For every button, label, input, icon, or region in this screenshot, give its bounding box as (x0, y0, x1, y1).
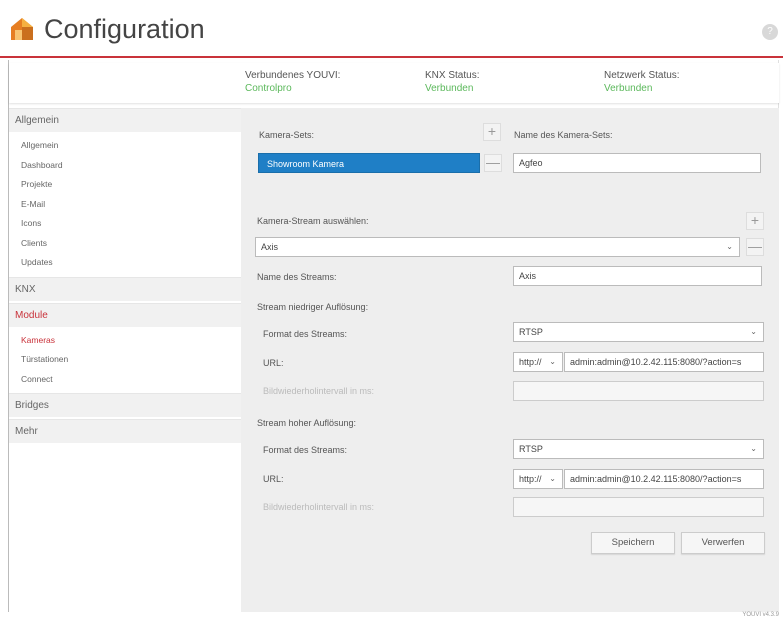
low-format-label: Format des Streams: (263, 329, 348, 339)
sidebar-section-mehr[interactable]: Mehr (9, 419, 241, 443)
camera-sets-label: Kamera-Sets: (259, 130, 315, 140)
app-title: Configuration (44, 14, 205, 44)
app-header: Configuration ? (0, 0, 783, 58)
status-youvi-value: Controlpro (245, 83, 292, 94)
high-format-select[interactable]: RTSP ⌄ (513, 439, 764, 459)
low-url-label: URL: (263, 358, 284, 368)
high-format-value: RTSP (519, 444, 543, 454)
status-bar: Verbundenes YOUVI: Controlpro KNX Status… (9, 63, 779, 103)
low-format-value: RTSP (519, 327, 543, 337)
help-icon[interactable]: ? (762, 24, 778, 40)
set-name-label: Name des Kamera-Sets: (514, 130, 613, 140)
status-knx-label: KNX Status: (425, 70, 480, 81)
sidebar-item-updates[interactable]: Updates (9, 253, 241, 273)
status-knx-value: Verbunden (425, 83, 474, 94)
sidebar-item-email[interactable]: E-Mail (9, 195, 241, 215)
sidebar-item-kameras[interactable]: Kameras (9, 331, 241, 351)
sidebar-section-allgemein[interactable]: Allgemein (9, 108, 241, 132)
sidebar-item-clients[interactable]: Clients (9, 234, 241, 254)
sidebar: Allgemein Allgemein Dashboard Projekte E… (9, 108, 241, 612)
low-interval-label: Bildwiederholintervall in ms: (263, 386, 375, 396)
chevron-down-icon: ⌄ (750, 444, 757, 453)
status-network-label: Netzwerk Status: (604, 70, 680, 81)
stream-name-input[interactable]: Axis (513, 266, 762, 286)
high-url-label: URL: (263, 474, 284, 484)
camera-config-panel: Kamera-Sets: + Name des Kamera-Sets: Sho… (241, 108, 779, 612)
add-stream-button[interactable]: + (746, 212, 764, 230)
sidebar-item-connect[interactable]: Connect (9, 370, 241, 390)
stream-name-label: Name des Streams: (257, 272, 337, 282)
chevron-down-icon: ⌄ (549, 474, 556, 483)
low-protocol-select[interactable]: http:// ⌄ (513, 352, 563, 372)
low-interval-input (513, 381, 764, 401)
add-set-button[interactable]: + (483, 123, 501, 141)
sidebar-item-dashboard[interactable]: Dashboard (9, 156, 241, 176)
chevron-down-icon: ⌄ (549, 357, 556, 366)
high-interval-label: Bildwiederholintervall in ms: (263, 502, 375, 512)
high-res-heading: Stream hoher Auflösung: (257, 418, 357, 428)
sidebar-item-icons[interactable]: Icons (9, 214, 241, 234)
high-interval-input (513, 497, 764, 517)
high-format-label: Format des Streams: (263, 445, 348, 455)
version-label: YOUVI v4.3.9 (742, 612, 779, 618)
remove-stream-button[interactable]: — (746, 238, 764, 256)
chevron-down-icon: ⌄ (750, 327, 757, 336)
status-network: Netzwerk Status: Verbunden (604, 70, 680, 94)
low-res-heading: Stream niedriger Auflösung: (257, 302, 369, 312)
set-name-input[interactable]: Agfeo (513, 153, 761, 173)
sidebar-section-bridges[interactable]: Bridges (9, 393, 241, 417)
youvi-logo-icon (11, 18, 33, 40)
remove-set-button[interactable]: — (484, 154, 502, 172)
save-button[interactable]: Speichern (591, 532, 675, 554)
stream-select-value: Axis (261, 242, 279, 252)
low-format-select[interactable]: RTSP ⌄ (513, 322, 764, 342)
sidebar-item-tuerstationen[interactable]: Türstationen (9, 350, 241, 370)
sidebar-item-projekte[interactable]: Projekte (9, 175, 241, 195)
sidebar-item-allgemein[interactable]: Allgemein (9, 136, 241, 156)
high-protocol-select[interactable]: http:// ⌄ (513, 469, 563, 489)
chevron-down-icon: ⌄ (726, 242, 733, 251)
sidebar-section-knx[interactable]: KNX (9, 276, 241, 301)
discard-button[interactable]: Verwerfen (681, 532, 765, 554)
stream-select-dropdown[interactable]: Axis ⌄ (255, 237, 740, 257)
high-url-input[interactable]: admin:admin@10.2.42.115:8080/?action=s (564, 469, 764, 489)
sidebar-section-module[interactable]: Module (9, 302, 241, 327)
status-knx: KNX Status: Verbunden (425, 70, 479, 94)
status-network-value: Verbunden (604, 83, 653, 94)
high-protocol-value: http:// (519, 474, 542, 484)
stream-select-label: Kamera-Stream auswählen: (257, 216, 369, 226)
low-url-input[interactable]: admin:admin@10.2.42.115:8080/?action=s (564, 352, 764, 372)
camera-set-item-selected[interactable]: Showroom Kamera (258, 153, 480, 173)
status-youvi: Verbundenes YOUVI: Controlpro (245, 70, 340, 94)
low-protocol-value: http:// (519, 357, 542, 367)
status-youvi-label: Verbundenes YOUVI: (245, 70, 341, 81)
